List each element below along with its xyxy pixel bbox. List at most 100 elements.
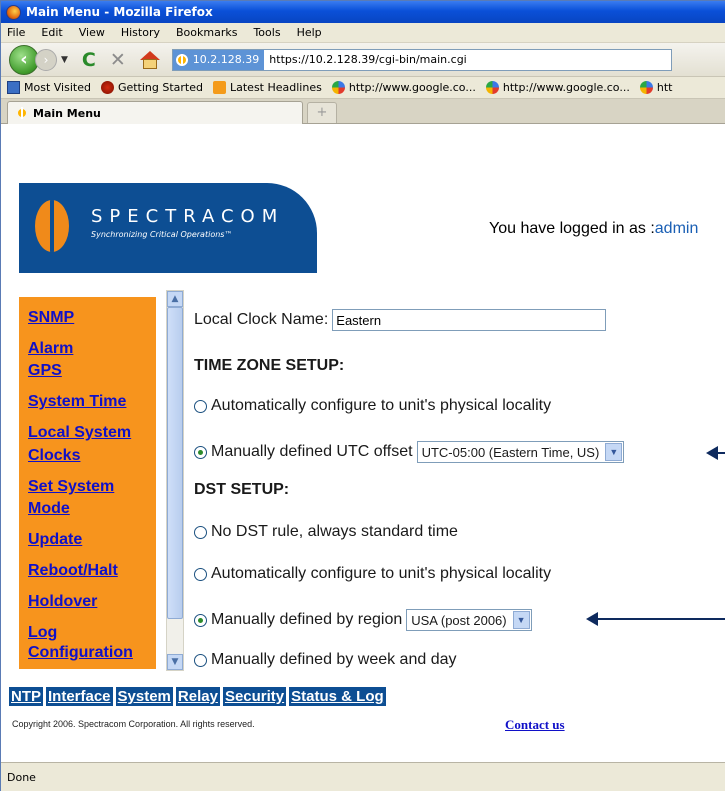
new-tab-button[interactable]: + — [307, 102, 337, 123]
dst-heading: DST SETUP: — [194, 481, 290, 498]
nav-system[interactable]: System — [115, 687, 173, 706]
page-content: SPECTRACOM Synchronizing Critical Operat… — [1, 125, 725, 762]
back-arrow-icon: ‹ — [20, 49, 28, 70]
sidebar-item-mode[interactable]: Mode — [28, 499, 156, 518]
bookmark-google-3[interactable]: htt — [639, 81, 673, 94]
site-identity-badge[interactable]: 10.2.128.39 — [172, 49, 265, 70]
dst-region-option[interactable]: Manually defined by region USA (post 200… — [194, 609, 532, 631]
sidebar-item-set-system[interactable]: Set System — [28, 477, 156, 496]
tab-bar: Main Menu + — [1, 99, 725, 124]
scrollbar-thumb[interactable] — [167, 307, 183, 619]
sidebar-item-log[interactable]: Log — [28, 623, 156, 642]
browser-window: Main Menu - Mozilla Firefox File Edit Vi… — [0, 0, 725, 791]
dst-week-option[interactable]: Manually defined by week and day — [194, 651, 457, 669]
chevron-down-icon[interactable]: ▼ — [605, 443, 623, 461]
reload-icon[interactable]: C — [82, 49, 96, 71]
bookmark-most-visited[interactable]: Most Visited — [7, 81, 91, 94]
sidebar-item-holdover[interactable]: Holdover — [28, 592, 156, 611]
bookmark-latest-headlines[interactable]: Latest Headlines — [213, 81, 322, 94]
menu-history[interactable]: History — [121, 26, 160, 39]
title-bar: Main Menu - Mozilla Firefox — [1, 1, 725, 23]
sidebar-item-configuration[interactable]: Configuration — [28, 643, 156, 662]
bookmark-label: Getting Started — [117, 81, 203, 94]
clock-name-input[interactable] — [332, 309, 607, 331]
stop-icon[interactable]: ✕ — [110, 49, 126, 71]
sidebar-item-gps[interactable]: GPS — [28, 361, 156, 380]
tab-title: Main Menu — [33, 106, 101, 120]
nav-relay[interactable]: Relay — [175, 687, 220, 706]
contact-us-link[interactable]: Contact us — [505, 717, 565, 733]
tab-main-menu[interactable]: Main Menu — [7, 101, 303, 124]
login-user: admin — [654, 220, 699, 237]
google-icon — [485, 81, 499, 94]
menu-tools[interactable]: Tools — [253, 26, 280, 39]
most-visited-icon — [7, 81, 20, 94]
sidebar-scrollbar[interactable]: ▲ ▼ — [166, 290, 184, 671]
sidebar-item-system-time[interactable]: System Time — [28, 392, 156, 411]
tz-auto-label: Automatically configure to unit's physic… — [211, 397, 552, 414]
bookmark-label: http://www.google.co... — [348, 81, 476, 94]
utc-offset-value: UTC-05:00 (Eastern Time, US) — [421, 444, 600, 460]
home-icon[interactable] — [139, 50, 160, 69]
dst-week-radio[interactable] — [194, 653, 207, 667]
sidebar-item-update[interactable]: Update — [28, 530, 156, 549]
nav-status-log[interactable]: Status & Log — [289, 687, 386, 706]
logo-tagline: Synchronizing Critical Operations™ — [91, 230, 233, 239]
menu-help[interactable]: Help — [297, 26, 322, 39]
history-dropdown-icon[interactable]: ▼ — [61, 55, 68, 65]
dst-auto-option[interactable]: Automatically configure to unit's physic… — [194, 565, 551, 583]
bookmark-getting-started[interactable]: Getting Started — [100, 81, 203, 94]
tz-manual-radio[interactable] — [194, 445, 207, 459]
menu-bookmarks[interactable]: Bookmarks — [176, 26, 237, 39]
scroll-up-icon[interactable]: ▲ — [167, 291, 183, 307]
tz-auto-option[interactable]: Automatically configure to unit's physic… — [194, 397, 551, 415]
sidebar-item-reboot-halt[interactable]: Reboot/Halt — [28, 561, 156, 580]
getting-started-icon — [100, 81, 114, 94]
sidebar-item-local-system[interactable]: Local System — [28, 423, 156, 442]
dst-none-label: No DST rule, always standard time — [211, 523, 458, 540]
google-icon — [331, 81, 345, 94]
logo-mark-icon — [35, 200, 69, 252]
tz-manual-option[interactable]: Manually defined UTC offset UTC-05:00 (E… — [194, 441, 625, 463]
nav-interface[interactable]: Interface — [46, 687, 113, 706]
status-bar: Done — [1, 762, 725, 791]
dst-auto-radio[interactable] — [194, 567, 207, 581]
bookmark-label: Latest Headlines — [230, 81, 322, 94]
time-zone-heading: TIME ZONE SETUP: — [194, 357, 345, 374]
bookmark-label: htt — [656, 81, 673, 94]
tab-favicon-icon — [16, 107, 28, 119]
scroll-down-icon[interactable]: ▼ — [167, 654, 183, 670]
tz-auto-radio[interactable] — [194, 399, 207, 413]
dst-none-option[interactable]: No DST rule, always standard time — [194, 523, 458, 541]
forward-button[interactable]: › — [35, 48, 57, 71]
copyright-text: Copyright 2006. Spectracom Corporation. … — [12, 719, 255, 729]
sidebar-item-snmp[interactable]: SNMP — [28, 308, 156, 327]
dst-region-radio[interactable] — [194, 613, 207, 627]
dst-region-value: USA (post 2006) — [411, 612, 507, 628]
menu-edit[interactable]: Edit — [41, 26, 62, 39]
nav-security[interactable]: Security — [222, 687, 287, 706]
login-prefix: You have logged in as : — [489, 220, 655, 237]
sidebar-menu: SNMP Alarm GPS System Time Local System … — [19, 297, 156, 669]
chevron-down-icon[interactable]: ▼ — [512, 611, 530, 629]
navigation-toolbar: ‹ › ▼ C ✕ 10.2.128.39 https://10.2.128.3… — [1, 43, 725, 77]
utc-offset-select[interactable]: UTC-05:00 (Eastern Time, US) ▼ — [416, 441, 625, 463]
bookmark-google-1[interactable]: http://www.google.co... — [331, 81, 476, 94]
sidebar-item-clocks[interactable]: Clocks — [28, 446, 156, 465]
site-identity-text: 10.2.128.39 — [192, 53, 260, 66]
menu-file[interactable]: File — [7, 26, 25, 39]
sidebar-item-alarm[interactable]: Alarm — [28, 339, 156, 358]
url-text[interactable]: https://10.2.128.39/cgi-bin/main.cgi — [264, 53, 466, 66]
url-bar[interactable]: 10.2.128.39 https://10.2.128.39/cgi-bin/… — [171, 48, 672, 71]
menu-bar: File Edit View History Bookmarks Tools H… — [1, 23, 725, 43]
site-favicon-icon — [175, 53, 188, 66]
nav-ntp[interactable]: NTP — [9, 687, 43, 706]
dst-region-select[interactable]: USA (post 2006) ▼ — [406, 609, 532, 631]
forward-arrow-icon: › — [43, 52, 49, 67]
menu-view[interactable]: View — [79, 26, 105, 39]
callout-arrow-icon — [586, 612, 725, 626]
bookmarks-toolbar: Most Visited Getting Started Latest Head… — [1, 77, 725, 99]
callout-arrow-icon — [706, 446, 725, 460]
bookmark-google-2[interactable]: http://www.google.co... — [485, 81, 630, 94]
dst-none-radio[interactable] — [194, 525, 207, 539]
